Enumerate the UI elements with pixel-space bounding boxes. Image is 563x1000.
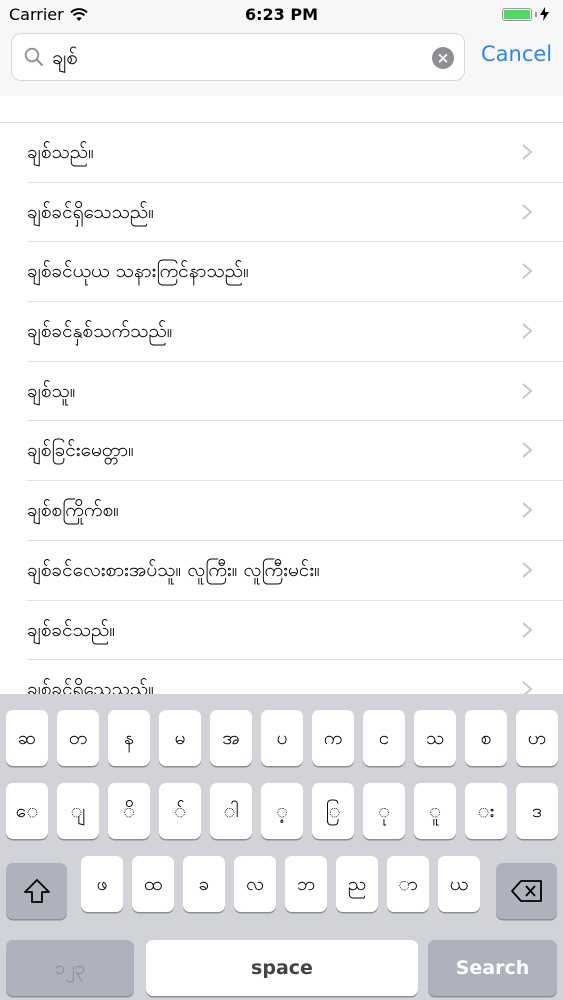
list-item[interactable]: ချစ်စကြိုက်စ။	[27, 481, 563, 541]
section-spacer	[0, 96, 563, 123]
keyboard-key[interactable]: ေ	[6, 783, 48, 839]
keyboard-key[interactable]: က	[312, 710, 354, 766]
chevron-right-icon	[522, 144, 533, 160]
list-item-label: ချစ်သည်။	[27, 141, 94, 163]
results-list: ချစ်သည်။ ချစ်ခင်ရှိသေသည်။ ချစ်ခင်ယုယ သနာ…	[0, 123, 563, 694]
list-item[interactable]: ချစ်ခင်နှစ်သက်သည်။	[27, 302, 563, 362]
navigation-header: Carrier 6:23 PM ချစ် × Cancel	[0, 0, 563, 96]
keyboard-key[interactable]: ဆ	[6, 710, 48, 766]
search-icon	[24, 47, 43, 66]
cancel-button[interactable]: Cancel	[481, 42, 552, 66]
list-item[interactable]: ချစ်သူ။	[27, 362, 563, 422]
list-item-label: ချစ်ခင်သည်။	[27, 618, 116, 641]
list-item[interactable]: ချစ်ခင်လေးစားအပ်သူ။ လူကြီး။ လူကြီးမင်း။	[27, 541, 563, 601]
delete-key[interactable]	[496, 863, 557, 919]
backspace-icon	[510, 880, 542, 902]
keyboard-key[interactable]: ျ	[57, 783, 99, 839]
list-item[interactable]: ချစ်ခင်ရှိသေသည်။	[27, 660, 563, 694]
keyboard-key[interactable]: ိ	[108, 783, 150, 839]
battery-indicator	[502, 7, 549, 21]
keyboard-key[interactable]: ယ	[438, 856, 480, 912]
keyboard-key[interactable]: မ	[159, 710, 201, 766]
keyboard-key[interactable]: န	[108, 710, 150, 766]
keyboard-key[interactable]: ့	[261, 783, 303, 839]
keyboard-key[interactable]: စ	[465, 710, 507, 766]
keyboard-key[interactable]: ခ	[183, 856, 225, 912]
keyboard-key[interactable]: း	[465, 783, 507, 839]
chevron-right-icon	[522, 382, 533, 399]
chevron-right-icon	[522, 323, 533, 339]
search-key[interactable]: Search	[428, 940, 557, 996]
keyboard-key[interactable]: ြ	[312, 783, 354, 839]
keyboard-key[interactable]: ည	[336, 856, 378, 912]
chevron-right-icon	[522, 681, 533, 694]
list-item-label: ချစ်ခင်နှစ်သက်သည်။	[27, 320, 173, 343]
keyboard-key[interactable]: အ	[210, 710, 252, 766]
list-item-label: ချစ်ခြင်းမေတ္တာ။	[27, 439, 134, 462]
list-item[interactable]: ချစ်ခြင်းမေတ္တာ။	[27, 421, 563, 482]
list-item-label: ချစ်ခင်ယုယ သနားကြင်နာသည်။	[27, 260, 249, 283]
shift-icon	[23, 879, 50, 903]
keyboard-key[interactable]: ဒ	[516, 783, 558, 839]
keyboard-key[interactable]: လ	[234, 856, 276, 912]
search-input[interactable]: ချစ်	[52, 34, 78, 80]
keyboard-key[interactable]: ဖ	[81, 856, 123, 912]
chevron-right-icon	[522, 562, 533, 578]
search-field[interactable]: ချစ် ×	[11, 33, 465, 81]
chevron-right-icon	[522, 502, 533, 518]
chevron-right-icon	[522, 203, 533, 220]
keyboard-key[interactable]: ာ	[387, 856, 429, 912]
list-item-label: ချစ်ခင်ရှိသေသည်။	[27, 678, 154, 694]
chevron-right-icon	[522, 442, 533, 459]
shift-key[interactable]	[6, 863, 67, 919]
list-item[interactable]: ချစ်ခင်ရှိသေသည်။	[27, 183, 563, 243]
keyboard-key[interactable]: ပ	[261, 710, 303, 766]
numbers-key[interactable]: ၁၂၃	[6, 940, 134, 996]
keyboard-key[interactable]: ူ	[414, 783, 456, 839]
keyboard-key[interactable]: င	[363, 710, 405, 766]
keyboard-key[interactable]: ထ	[132, 856, 174, 912]
charging-bolt-icon	[540, 7, 549, 21]
list-item-label: ချစ်စကြိုက်စ။	[27, 499, 119, 522]
status-bar: Carrier 6:23 PM	[0, 0, 563, 30]
battery-icon	[502, 7, 532, 21]
keyboard-key[interactable]: ်	[159, 783, 201, 839]
list-item[interactable]: ချစ်ခင်သည်။	[27, 601, 563, 661]
list-item[interactable]: ချစ်သည်။	[27, 123, 563, 183]
chevron-right-icon	[522, 621, 533, 638]
keyboard-key[interactable]: ဟ	[516, 710, 558, 766]
clear-search-icon[interactable]: ×	[432, 47, 454, 69]
keyboard-key[interactable]: ု	[363, 783, 405, 839]
keyboard-key[interactable]: သ	[414, 710, 456, 766]
keyboard: ဆ တ န မ အ ပ က င သ စ ဟ ေ ျ ိ ် ါ ့ ြ ု ူ …	[0, 694, 563, 1000]
list-item-label: ချစ်ခင်ရှိသေသည်။	[27, 200, 154, 223]
space-key[interactable]: space	[146, 940, 418, 996]
list-item[interactable]: ချစ်ခင်ယုယ သနားကြင်နာသည်။	[27, 242, 563, 303]
keyboard-key[interactable]: ဘ	[285, 856, 327, 912]
chevron-right-icon	[522, 263, 533, 280]
keyboard-key[interactable]: ါ	[210, 783, 252, 839]
list-item-label: ချစ်ခင်လေးစားအပ်သူ။ လူကြီး။ လူကြီးမင်း။	[27, 558, 320, 581]
keyboard-key[interactable]: တ	[57, 710, 99, 766]
clock: 6:23 PM	[244, 5, 318, 24]
list-item-label: ချစ်သူ။	[27, 379, 76, 402]
